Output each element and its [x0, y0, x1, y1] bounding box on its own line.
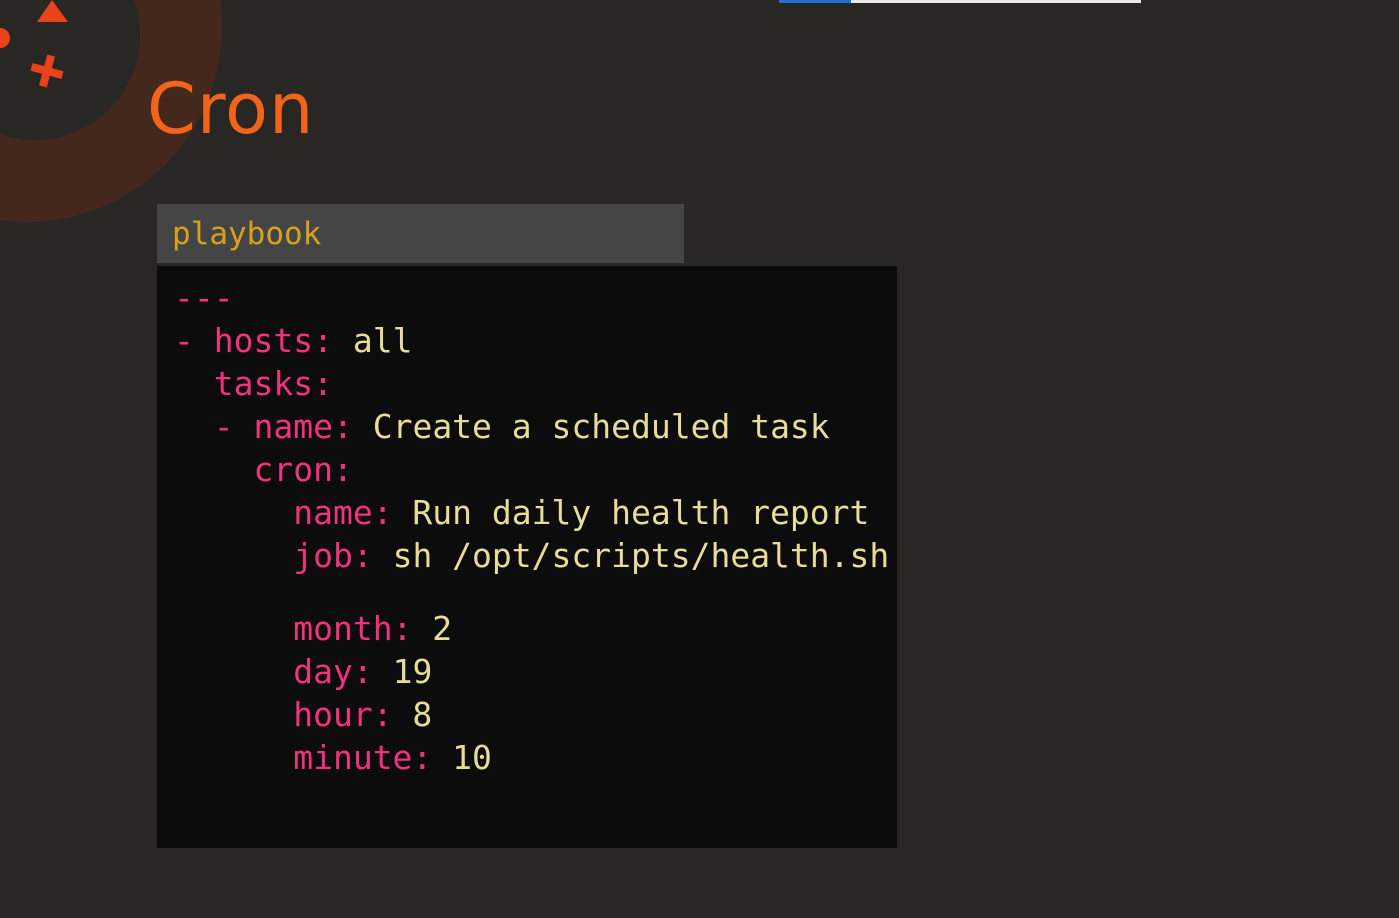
code-line-cron: cron:	[174, 448, 897, 491]
yaml-doc-marker: ---	[174, 278, 234, 317]
code-block-label: playbook	[157, 204, 684, 263]
slide-progress-fill	[779, 0, 852, 3]
yaml-key-task-name: name:	[253, 407, 353, 446]
code-line-job: job: sh /opt/scripts/health.sh	[174, 534, 897, 577]
yaml-value-month: 2	[412, 609, 453, 648]
code-block: --- - hosts: all tasks: - name: Create a…	[157, 266, 897, 848]
yaml-list-dash: -	[213, 407, 254, 446]
code-line-day: day: 19	[174, 650, 897, 693]
yaml-key-minute: minute:	[293, 738, 433, 777]
yaml-key-hosts: hosts:	[213, 321, 333, 360]
yaml-key-month: month:	[293, 609, 413, 648]
plus-icon	[30, 54, 64, 88]
yaml-value-day: 19	[372, 652, 433, 691]
yaml-list-dash: -	[174, 321, 214, 360]
code-line-month: month: 2	[174, 607, 897, 650]
triangle-icon	[37, 0, 68, 22]
yaml-key-cron-name: name:	[293, 493, 393, 532]
yaml-value-minute: 10	[432, 738, 492, 777]
decorative-shapes	[0, 0, 68, 88]
slide-progress-bar	[779, 0, 1141, 3]
code-line-task-name: - name: Create a scheduled task	[174, 405, 897, 448]
yaml-key-day: day:	[293, 652, 373, 691]
yaml-value-hour: 8	[392, 695, 433, 734]
yaml-key-cron: cron:	[253, 450, 353, 489]
yaml-value-hosts: all	[332, 321, 413, 360]
slide-title: Cron	[147, 68, 315, 150]
yaml-value-task-name: Create a scheduled task	[352, 407, 830, 446]
code-line-cron-name: name: Run daily health report	[174, 491, 897, 534]
code-line-hosts: - hosts: all	[174, 319, 897, 362]
yaml-key-tasks: tasks:	[213, 364, 333, 403]
slide: Cron playbook --- - hosts: all tasks: - …	[0, 0, 1399, 918]
code-line-hour: hour: 8	[174, 693, 897, 736]
code-line-tasks: tasks:	[174, 362, 897, 405]
circle-icon	[0, 28, 10, 48]
yaml-key-hour: hour:	[293, 695, 393, 734]
yaml-key-job: job:	[293, 536, 373, 575]
yaml-value-cron-name: Run daily health report	[392, 493, 870, 532]
code-line-doc-start: ---	[174, 276, 897, 319]
code-line-minute: minute: 10	[174, 736, 897, 779]
yaml-value-job: sh /opt/scripts/health.sh	[372, 536, 890, 575]
